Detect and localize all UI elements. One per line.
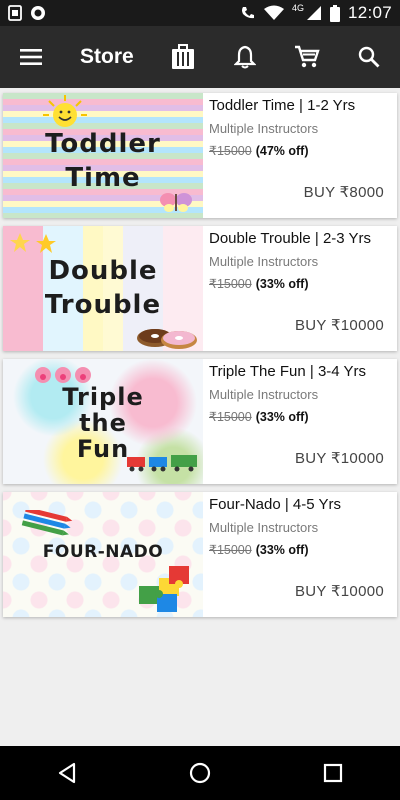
search-button[interactable] bbox=[338, 26, 400, 88]
app-bar: Store bbox=[0, 26, 400, 88]
thumb-title-line2: Trouble bbox=[44, 290, 162, 320]
battery-icon bbox=[329, 4, 340, 22]
buy-button[interactable]: BUY ₹10000 bbox=[295, 316, 384, 334]
course-price: ₹15000 (47% off) bbox=[209, 143, 389, 158]
back-button[interactable] bbox=[37, 746, 97, 800]
cart-icon bbox=[295, 45, 320, 68]
thumb-title-line1: Toddler bbox=[45, 129, 161, 159]
record-icon bbox=[31, 6, 45, 20]
course-title: Double Trouble | 2-3 Yrs bbox=[209, 230, 372, 247]
course-price: ₹15000 (33% off) bbox=[209, 542, 389, 557]
wifi-icon bbox=[263, 5, 284, 20]
thumb-title-line1: FOUR-NADO bbox=[42, 542, 164, 562]
course-card-four-nado[interactable]: FOUR-NADO Four-Nado | 4-5 Yrs Multiple I… bbox=[3, 492, 397, 617]
buy-button[interactable]: BUY ₹10000 bbox=[295, 449, 384, 467]
course-price: ₹15000 (33% off) bbox=[209, 276, 389, 291]
thumb-title-line2: the bbox=[79, 409, 127, 437]
original-price: ₹15000 bbox=[209, 144, 252, 158]
buy-button[interactable]: BUY ₹10000 bbox=[295, 582, 384, 600]
notifications-button[interactable] bbox=[214, 26, 276, 88]
course-thumbnail: Triple the Fun bbox=[3, 359, 203, 484]
course-title: Triple The Fun | 3-4 Yrs bbox=[209, 363, 367, 380]
course-title: Toddler Time | 1-2 Yrs bbox=[209, 97, 356, 114]
butterfly-icon bbox=[160, 193, 192, 212]
course-title: Four-Nado | 4-5 Yrs bbox=[209, 496, 342, 513]
catalog-icon bbox=[172, 44, 194, 69]
search-icon bbox=[358, 46, 380, 68]
network-label: 4G bbox=[291, 3, 304, 13]
discount-label: (33% off) bbox=[255, 277, 309, 291]
pigs-icon bbox=[35, 367, 91, 383]
course-card-double-trouble[interactable]: Double Trouble Double Trouble | 2-3 Yrs … bbox=[3, 226, 397, 351]
menu-icon bbox=[20, 49, 42, 65]
status-bar: 4G 12:07 bbox=[0, 0, 400, 26]
home-icon bbox=[189, 762, 211, 784]
original-price: ₹15000 bbox=[209, 543, 252, 557]
course-instructor: Multiple Instructors bbox=[209, 121, 319, 136]
recents-icon bbox=[324, 763, 343, 783]
recents-button[interactable] bbox=[303, 746, 363, 800]
train-icon bbox=[127, 455, 197, 472]
discount-label: (33% off) bbox=[255, 410, 309, 424]
discount-label: (47% off) bbox=[255, 144, 309, 158]
menu-button[interactable] bbox=[0, 26, 62, 88]
course-price: ₹15000 (33% off) bbox=[209, 409, 389, 424]
back-icon bbox=[58, 762, 75, 784]
phone-4g-icon bbox=[241, 7, 254, 19]
crayons-icon bbox=[21, 510, 73, 536]
original-price: ₹15000 bbox=[209, 410, 252, 424]
sun-icon bbox=[43, 95, 87, 127]
buy-button[interactable]: BUY ₹8000 bbox=[304, 183, 384, 201]
course-list: Toddler Time Toddler Time | 1-2 Yrs Mult… bbox=[0, 88, 400, 746]
home-button[interactable] bbox=[170, 746, 230, 800]
course-card-triple-the-fun[interactable]: Triple the Fun Triple The Fun | 3-4 Yrs … bbox=[3, 359, 397, 484]
screenshot-app-icon bbox=[8, 5, 22, 21]
system-nav-bar bbox=[0, 746, 400, 800]
course-instructor: Multiple Instructors bbox=[209, 387, 319, 402]
bell-icon bbox=[234, 45, 256, 69]
stars-icon bbox=[10, 233, 56, 253]
discount-label: (33% off) bbox=[255, 543, 309, 557]
course-instructor: Multiple Instructors bbox=[209, 520, 319, 535]
thumb-title-line2: Time bbox=[65, 163, 141, 193]
cart-button[interactable] bbox=[276, 26, 338, 88]
donuts-icon bbox=[137, 329, 197, 349]
catalog-button[interactable] bbox=[152, 26, 214, 88]
course-card-toddler-time[interactable]: Toddler Time Toddler Time | 1-2 Yrs Mult… bbox=[3, 93, 397, 218]
course-instructor: Multiple Instructors bbox=[209, 254, 319, 269]
status-time: 12:07 bbox=[347, 3, 392, 22]
course-thumbnail: Toddler Time bbox=[3, 93, 203, 218]
original-price: ₹15000 bbox=[209, 277, 252, 291]
course-thumbnail: Double Trouble bbox=[3, 226, 203, 351]
course-thumbnail: FOUR-NADO bbox=[3, 492, 203, 617]
thumb-title-line1: Double bbox=[48, 256, 158, 286]
page-title: Store bbox=[80, 45, 134, 68]
puzzle-icon bbox=[139, 566, 189, 612]
cell-signal-icon bbox=[306, 6, 321, 20]
thumb-title-line1: Triple bbox=[62, 383, 144, 411]
